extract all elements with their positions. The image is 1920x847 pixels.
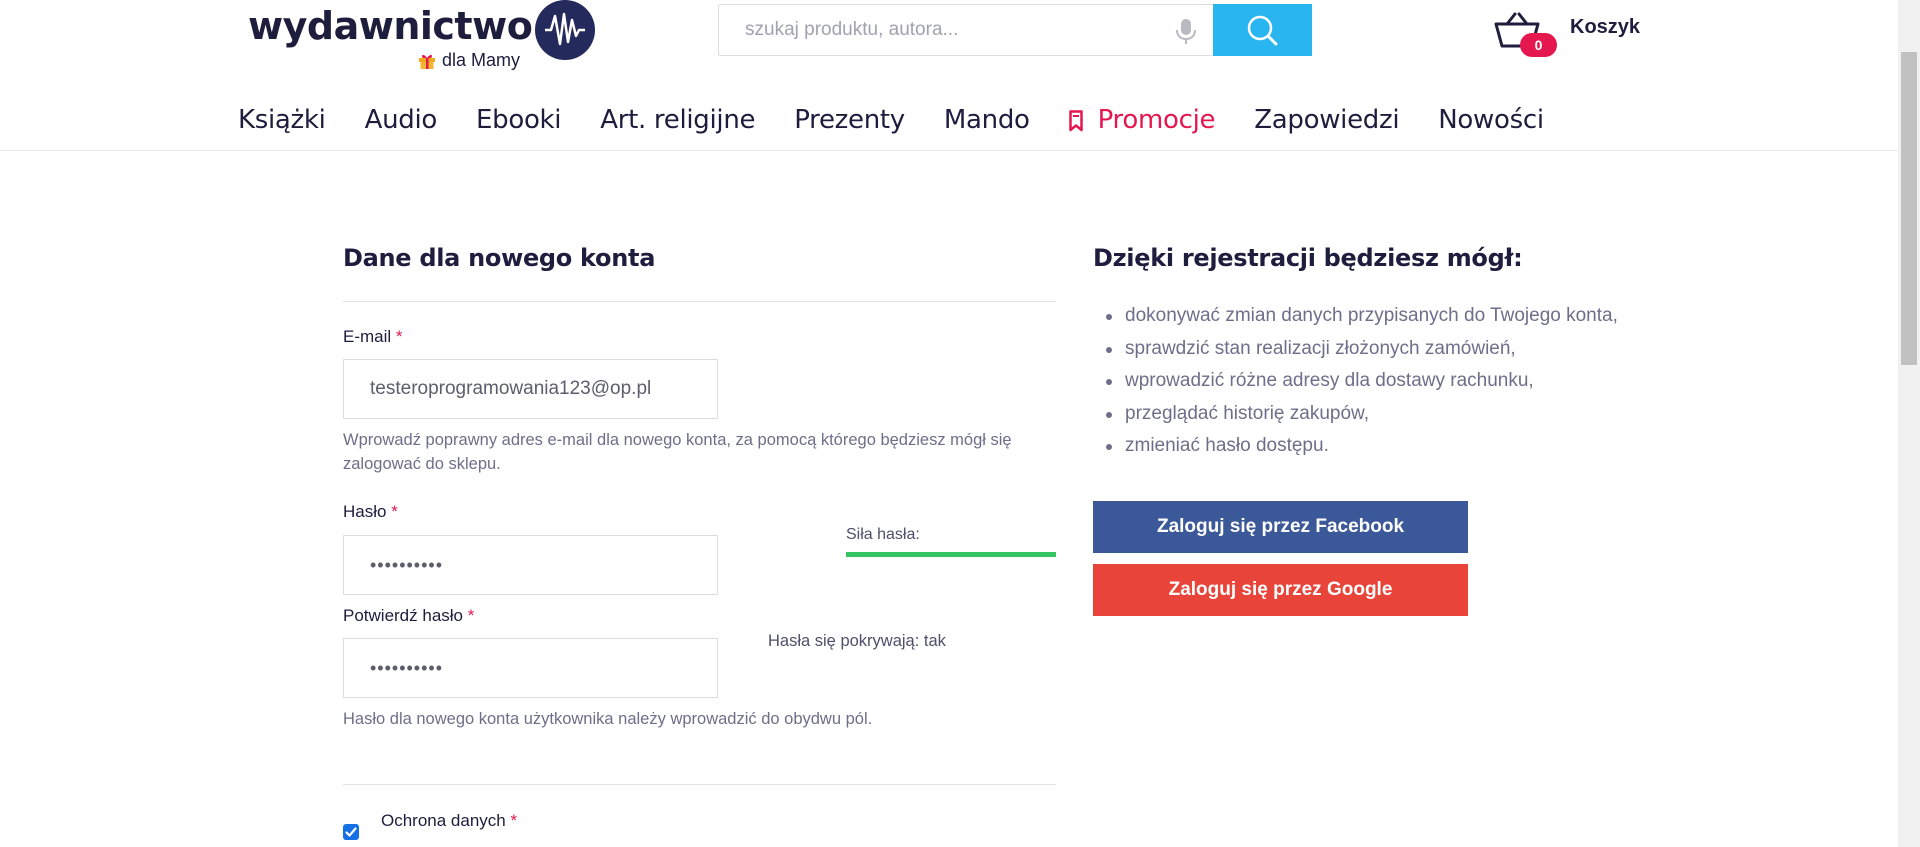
nav-item-nowosci[interactable]: Nowości xyxy=(1438,105,1544,135)
required-mark: * xyxy=(467,606,475,625)
logo-text: wydawnictwo xyxy=(248,4,533,48)
required-mark: * xyxy=(391,502,398,521)
logo-subtitle: dla Mamy xyxy=(418,50,520,71)
cart-button[interactable]: 0 xyxy=(1494,12,1574,62)
required-mark: * xyxy=(510,811,518,830)
required-mark: * xyxy=(395,327,403,346)
email-field[interactable] xyxy=(343,359,718,419)
logo-subtitle-text: dla Mamy xyxy=(442,50,521,70)
confirm-password-field[interactable] xyxy=(343,638,718,698)
email-label-text: E-mail xyxy=(343,327,392,346)
benefits-title: Dzięki rejestracji będziesz mógł: xyxy=(1093,244,1523,272)
nav-item-promocje-label: Promocje xyxy=(1097,105,1216,135)
google-login-button[interactable]: Zaloguj się przez Google xyxy=(1093,564,1468,616)
form-divider-top xyxy=(343,301,1056,302)
facebook-login-button[interactable]: Zaloguj się przez Facebook xyxy=(1093,501,1468,553)
password-strength-bar xyxy=(846,552,1056,557)
site-header: wydawnictwo dla Mamy szukaj produktu, au… xyxy=(0,0,1920,151)
search-icon xyxy=(1247,15,1278,46)
list-item: wprowadzić różne adresy dla dostawy rach… xyxy=(1095,365,1618,398)
checkbox-checked-icon xyxy=(345,827,357,837)
cart-count-badge: 0 xyxy=(1520,33,1557,57)
nav-item-mando[interactable]: Mando xyxy=(944,105,1030,135)
privacy-label-text: Ochrona danych xyxy=(381,811,506,830)
nav-item-zapowiedzi[interactable]: Zapowiedzi xyxy=(1254,105,1399,135)
nav-item-art-religijne[interactable]: Art. religijne xyxy=(600,105,755,135)
bookmark-icon xyxy=(1068,109,1083,132)
search-input[interactable] xyxy=(719,5,1189,55)
list-item: zmieniać hasło dostępu. xyxy=(1095,430,1618,463)
form-divider-bottom xyxy=(343,784,1056,785)
password-label: Hasło * xyxy=(343,502,398,522)
search-button[interactable] xyxy=(1213,4,1312,56)
benefits-list: dokonywać zmian danych przypisanych do T… xyxy=(1095,300,1618,463)
confirm-password-label: Potwierdź hasło * xyxy=(343,606,474,626)
privacy-checkbox[interactable] xyxy=(343,824,359,840)
main-nav: Książki Audio Ebooki Art. religijne Prez… xyxy=(238,100,1583,140)
nav-item-prezenty[interactable]: Prezenty xyxy=(794,105,905,135)
list-item: dokonywać zmian danych przypisanych do T… xyxy=(1095,300,1618,333)
form-title: Dane dla nowego konta xyxy=(343,244,656,272)
email-label: E-mail * xyxy=(343,327,403,347)
cart-label[interactable]: Koszyk xyxy=(1570,16,1640,39)
scrollbar-thumb[interactable] xyxy=(1901,52,1917,365)
password-label-text: Hasło xyxy=(343,502,387,521)
nav-item-promocje[interactable]: Promocje xyxy=(1068,105,1216,135)
password-match-status: Hasła się pokrywają: tak xyxy=(768,632,946,650)
nav-item-audio[interactable]: Audio xyxy=(365,105,438,135)
gift-icon xyxy=(418,52,436,70)
search-bar xyxy=(718,4,1312,56)
password-help-text: Hasło dla nowego konta użytkownika należ… xyxy=(343,710,873,728)
microphone-icon[interactable] xyxy=(1173,17,1199,45)
password-strength-label: Siła hasła: xyxy=(846,526,920,543)
password-field[interactable] xyxy=(343,535,718,595)
privacy-label: Ochrona danych * xyxy=(381,811,517,831)
logo-wave-icon xyxy=(535,0,595,60)
nav-item-ebooki[interactable]: Ebooki xyxy=(476,105,562,135)
nav-item-ksiazki[interactable]: Książki xyxy=(238,105,326,135)
list-item: przeglądać historię zakupów, xyxy=(1095,398,1618,431)
list-item: sprawdzić stan realizacji złożonych zamó… xyxy=(1095,333,1618,366)
confirm-password-label-text: Potwierdź hasło xyxy=(343,606,464,625)
site-logo[interactable]: wydawnictwo dla Mamy xyxy=(246,0,596,75)
email-help-text: Wprowadź poprawny adres e-mail dla noweg… xyxy=(343,431,1012,473)
